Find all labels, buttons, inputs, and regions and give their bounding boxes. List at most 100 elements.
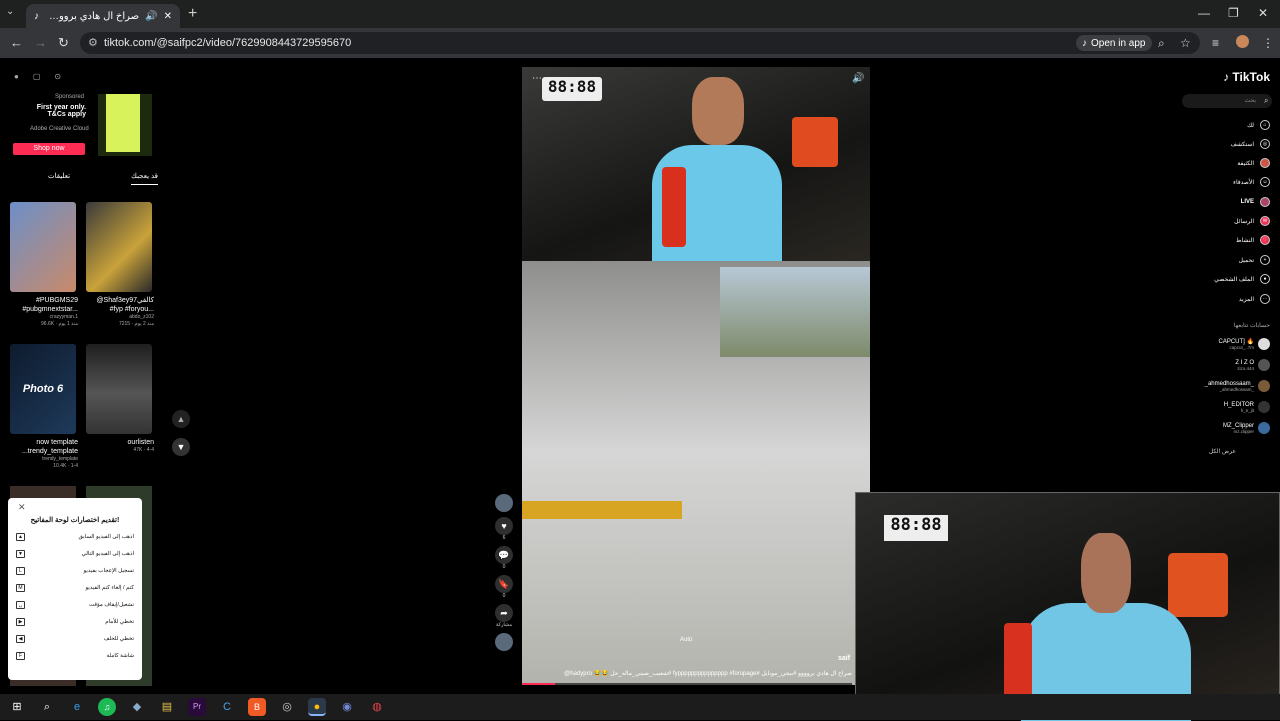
zoom-icon[interactable]: ⌕	[1158, 36, 1165, 51]
nav-for-you[interactable]: لك ⌂	[1247, 120, 1270, 130]
nav-live[interactable]: LIVE	[1241, 197, 1270, 207]
start-icon[interactable]: ⊞	[8, 698, 26, 716]
following-heading: حسابات تتابعها	[1233, 323, 1270, 329]
tiktok-logo[interactable]: ♪ TikTok	[1223, 70, 1270, 84]
capcut-icon[interactable]: C	[218, 698, 236, 716]
nav-profile[interactable]: الملف الشخصي ●	[1214, 274, 1270, 284]
search-input[interactable]: بحث	[1182, 94, 1272, 108]
next-video-button[interactable]: ▼	[172, 438, 190, 456]
shortcut-row: L تسجيل الإعجاب بفيديو	[16, 567, 134, 575]
tab-search-icon[interactable]: ⌄	[6, 6, 14, 17]
profile-avatar[interactable]	[1236, 35, 1249, 48]
followed-account[interactable]: _ahmedhossaam_ _ahmedhossam_	[1205, 380, 1270, 392]
file-explorer-icon[interactable]: ▤	[158, 698, 176, 716]
account-name: CAPCUT] 🔥	[1218, 339, 1254, 345]
site-info-icon[interactable]: ⚙	[88, 36, 98, 49]
user-avatar-icon[interactable]: ●	[14, 72, 19, 81]
nav-label: LIVE	[1240, 199, 1254, 205]
forward-icon[interactable]: →	[34, 35, 47, 50]
followed-account[interactable]: H_EDITOR h_e_jit	[1224, 401, 1270, 413]
brave-icon[interactable]: B	[248, 698, 266, 716]
discord-icon[interactable]: ◉	[338, 698, 356, 716]
shortcut-label: شاشة كاملة	[106, 653, 134, 659]
followed-account[interactable]: CAPCUT] 🔥 capcut_..7m	[1219, 338, 1270, 350]
tab-close-icon[interactable]: ✕	[164, 11, 172, 22]
nav-following[interactable]: الكثيفة	[1237, 158, 1270, 168]
app-icon[interactable]: ◆	[128, 698, 146, 716]
video-progress-bar[interactable]	[522, 683, 852, 685]
nav-explore[interactable]: استكشف ◎	[1231, 139, 1270, 149]
url-text[interactable]: tiktok.com/@saifpc2/video/76299084437295…	[104, 37, 351, 49]
premiere-icon[interactable]: Pr	[188, 698, 206, 716]
music-disc[interactable]	[493, 633, 515, 651]
share-button[interactable]: ➦ مشاركة	[493, 604, 515, 628]
video-card[interactable]: ourlisten 47K · 4-4	[86, 344, 154, 454]
search-icon[interactable]: ⌕	[38, 698, 56, 716]
video-player[interactable]: 88:88 ⋯ 🔊 Auto saif	[522, 67, 870, 685]
like-button[interactable]: ♥ 6	[493, 517, 515, 541]
bookmark-star-icon[interactable]: ☆	[1180, 36, 1191, 50]
restore-button[interactable]: ❐	[1228, 6, 1239, 20]
video-thumbnail	[86, 344, 152, 434]
edge-icon[interactable]: e	[68, 698, 86, 716]
nav-upload[interactable]: تحميل +	[1239, 255, 1270, 265]
close-icon[interactable]: ✕	[18, 502, 26, 513]
close-window-button[interactable]: ✕	[1258, 6, 1268, 20]
reload-icon[interactable]: ↻	[58, 35, 69, 51]
see-all-link[interactable]: عرض الكل	[1209, 448, 1236, 455]
left-tabs: تعليقات قد يعجبك	[48, 172, 158, 185]
account-name: Z I Z O	[1235, 359, 1254, 366]
copy-icon[interactable]: ▢	[33, 72, 41, 81]
save-button[interactable]: 🔖 0	[493, 575, 515, 599]
browser-menu-icon[interactable]: ⋮	[1262, 36, 1274, 50]
more-icon[interactable]: ⊙	[54, 72, 61, 81]
ad-headline: First year only. T&Cs apply	[36, 104, 86, 118]
followed-account[interactable]: MZ_Clipper mz.clipper	[1223, 422, 1270, 434]
chrome-icon[interactable]: ●	[308, 698, 326, 716]
video-card[interactable]: @Shaf3ey97كالفي #fyp #foryou... abdo_z10…	[86, 202, 154, 328]
new-tab-button[interactable]: +	[188, 5, 197, 23]
messages-icon: ✉	[1260, 216, 1270, 226]
bookmark-icon: 🔖	[495, 575, 513, 593]
spotify-icon[interactable]: ♫	[98, 698, 116, 716]
digital-clock: 88:88	[542, 77, 602, 101]
sponsored-ad[interactable]: Sponsored First year only. T&Cs apply Ad…	[10, 92, 154, 162]
nav-friends[interactable]: الأصدقاء ☺	[1233, 177, 1270, 187]
video-card[interactable]: #PUBGMS29 #pubgmnextstar... crazyyman.1 …	[10, 202, 78, 328]
key-badge: ▲	[16, 533, 25, 541]
media-control-icon[interactable]: ≡	[1212, 36, 1219, 50]
nav-messages[interactable]: الرسائل ✉	[1234, 216, 1270, 226]
video-thumbnail	[10, 202, 76, 292]
omnibox[interactable]: ⚙ tiktok.com/@saifpc2/video/762990844372…	[80, 32, 1200, 54]
webcam-overlay: 88:88	[855, 492, 1280, 721]
shortcut-label: تشغيل/إيقاف مؤقت	[88, 602, 134, 608]
more-options-icon[interactable]: ⋯	[532, 73, 542, 84]
share-icon: ➦	[495, 604, 513, 622]
back-icon[interactable]: ←	[10, 35, 23, 50]
creator-avatar[interactable]	[493, 494, 515, 512]
nav-activity[interactable]: النشاط ♡	[1236, 235, 1270, 245]
volume-icon[interactable]: 🔊	[852, 73, 864, 84]
video-card[interactable]: Photo 6 now template ...trendy_template …	[10, 344, 78, 470]
video-author: abdo_z102	[129, 314, 154, 320]
nav-more[interactable]: المزيد ⋯	[1239, 294, 1270, 304]
shortcut-label: اذهب إلى الفيديو السابق	[78, 534, 134, 540]
browser-tab[interactable]: ♪ صراخ ال هادي بروووو #ببجي... 🔊 ✕	[26, 4, 180, 28]
tab-audio-icon[interactable]: 🔊	[145, 11, 157, 22]
search-icon[interactable]: ⌕	[1264, 96, 1268, 106]
minimize-button[interactable]: —	[1198, 6, 1210, 20]
comment-button[interactable]: 💬 0	[493, 546, 515, 570]
heart-icon: ♥	[495, 517, 513, 535]
open-in-app-button[interactable]: ♪ Open in app	[1076, 35, 1152, 51]
tab-comments[interactable]: تعليقات	[48, 172, 70, 185]
ad-thumbnail[interactable]	[98, 94, 152, 156]
app-icon-red[interactable]: ◍	[368, 698, 386, 716]
previous-video-button[interactable]: ▲	[172, 410, 190, 428]
video-meta: 96.6K · منذ 1 يوم	[41, 321, 78, 327]
followed-account[interactable]: Z I Z Ozizo.444	[1235, 359, 1270, 371]
shortcut-row: M كتم / إلغاء كتم الفيديو	[16, 584, 134, 592]
obs-icon[interactable]: ◎	[278, 698, 296, 716]
tab-you-may-like[interactable]: قد يعجبك	[131, 172, 158, 185]
video-caption: now template ...trendy_template	[21, 439, 78, 455]
shop-now-button[interactable]: Shop now	[13, 143, 85, 155]
